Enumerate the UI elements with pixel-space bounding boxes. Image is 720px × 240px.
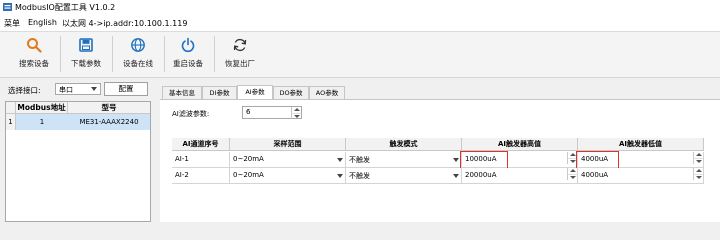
toolbar-separator	[214, 36, 215, 72]
mode-select[interactable]: 不触发	[346, 168, 462, 184]
save-icon	[79, 38, 93, 52]
column-header-address[interactable]: Modbus地址	[16, 102, 68, 114]
app-icon	[3, 3, 12, 11]
high-spinbox[interactable]: 20000uA	[462, 168, 578, 184]
mode-value: 不触发	[349, 156, 370, 164]
range-value: 0~20mA	[233, 155, 264, 163]
menu-item-network[interactable]: 以太网 4->ip.addr:10.100.1.119	[62, 18, 187, 29]
chevron-down-icon	[453, 158, 459, 162]
range-value: 0~20mA	[233, 171, 264, 179]
search-icon	[27, 38, 42, 53]
parameter-pane: 基本信息 DI参数 AI参数 DO参数 AO参数 AI滤波参数: 6 AI通道序…	[160, 85, 720, 222]
table-row[interactable]: 1 1 ME31-AAAX2240	[6, 114, 150, 130]
title-bar: ModbusIO配置工具 V1.0.2	[0, 0, 720, 14]
row-model: ME31-AAAX2240	[79, 118, 139, 126]
filter-label: AI滤波参数:	[172, 110, 210, 118]
cell-channel-text: AI-2	[175, 171, 189, 179]
restart-device-button[interactable]: 重启设备	[166, 34, 210, 74]
device-online-label: 设备在线	[123, 59, 153, 68]
download-params-label: 下载参数	[71, 59, 101, 68]
search-device-button[interactable]: 搜索设备	[12, 34, 56, 74]
tab-ai-params[interactable]: AI参数	[237, 85, 273, 99]
globe-icon	[131, 38, 145, 52]
toolbar-separator	[112, 36, 113, 72]
port-select[interactable]: 串口	[55, 83, 101, 95]
cell-channel-text: AI-1	[175, 155, 189, 163]
filter-spinbox[interactable]: 6	[242, 106, 302, 119]
menu-item-main[interactable]: 菜单	[4, 18, 20, 29]
range-select[interactable]: 0~20mA	[230, 152, 346, 168]
tab-ao-params[interactable]: AO参数	[309, 86, 345, 99]
column-header-high[interactable]: AI触发器高值	[462, 138, 578, 151]
download-params-button[interactable]: 下载参数	[64, 34, 108, 74]
spin-buttons[interactable]	[692, 168, 703, 183]
high-value: 20000uA	[465, 171, 497, 179]
mode-value: 不触发	[349, 172, 370, 180]
menu-bar: 菜单 English 以太网 4->ip.addr:10.100.1.119	[0, 14, 720, 32]
tab-di-params[interactable]: DI参数	[202, 86, 237, 99]
spin-down-icon[interactable]	[567, 174, 577, 180]
refresh-icon	[233, 38, 247, 52]
toolbar-separator	[60, 36, 61, 72]
cell-channel: AI-2	[172, 168, 230, 184]
menu-item-english[interactable]: English	[28, 18, 57, 27]
chevron-down-icon	[91, 87, 97, 91]
chevron-down-icon	[453, 174, 459, 178]
device-online-button[interactable]: 设备在线	[116, 34, 160, 74]
filter-value: 6	[246, 108, 251, 116]
restart-device-label: 重启设备	[173, 59, 203, 68]
port-label: 选择接口:	[8, 86, 41, 95]
row-address: 1	[39, 118, 45, 126]
table-corner	[6, 102, 16, 114]
tab-do-params[interactable]: DO参数	[273, 86, 309, 99]
low-spinbox[interactable]: 4000uA	[578, 168, 704, 184]
ai-params-panel: AI滤波参数: 6 AI通道序号 采样范围 触发模式 AI触发器高值 AI触发器…	[160, 99, 720, 222]
row-index: 1	[6, 114, 16, 130]
search-device-label: 搜索设备	[19, 59, 49, 68]
spin-buttons[interactable]	[692, 152, 703, 167]
window-title: ModbusIO配置工具 V1.0.2	[15, 3, 116, 12]
power-icon	[181, 37, 195, 53]
spin-buttons[interactable]	[566, 168, 577, 183]
column-header-channel[interactable]: AI通道序号	[172, 138, 230, 151]
column-header-mode[interactable]: 触发模式	[346, 138, 462, 151]
column-header-range[interactable]: 采样范围	[230, 138, 346, 151]
factory-reset-label: 恢复出厂	[225, 59, 255, 68]
spin-down-icon[interactable]	[291, 113, 301, 119]
mode-select[interactable]: 不触发	[346, 152, 462, 168]
spin-down-icon[interactable]	[693, 174, 703, 180]
highlight-box	[576, 151, 619, 169]
tab-basic-info[interactable]: 基本信息	[162, 86, 202, 99]
config-button[interactable]: 配置	[104, 82, 148, 96]
chevron-down-icon	[337, 158, 343, 162]
highlight-box	[460, 151, 508, 169]
column-header-low[interactable]: AI触发器低值	[578, 138, 704, 151]
toolbar-separator	[164, 36, 165, 72]
toolbar: 搜索设备 下载参数 设备在线 重启设备 恢复出厂	[0, 32, 720, 78]
chevron-down-icon	[337, 174, 343, 178]
low-value: 4000uA	[581, 171, 609, 179]
factory-reset-button[interactable]: 恢复出厂	[218, 34, 262, 74]
port-select-value: 串口	[59, 86, 73, 94]
spin-down-icon[interactable]	[693, 158, 703, 164]
column-header-model[interactable]: 型号	[68, 102, 150, 114]
range-select[interactable]: 0~20mA	[230, 168, 346, 184]
device-table: Modbus地址 型号 1 1 ME31-AAAX2240	[5, 101, 151, 222]
cell-channel: AI-1	[172, 152, 230, 168]
